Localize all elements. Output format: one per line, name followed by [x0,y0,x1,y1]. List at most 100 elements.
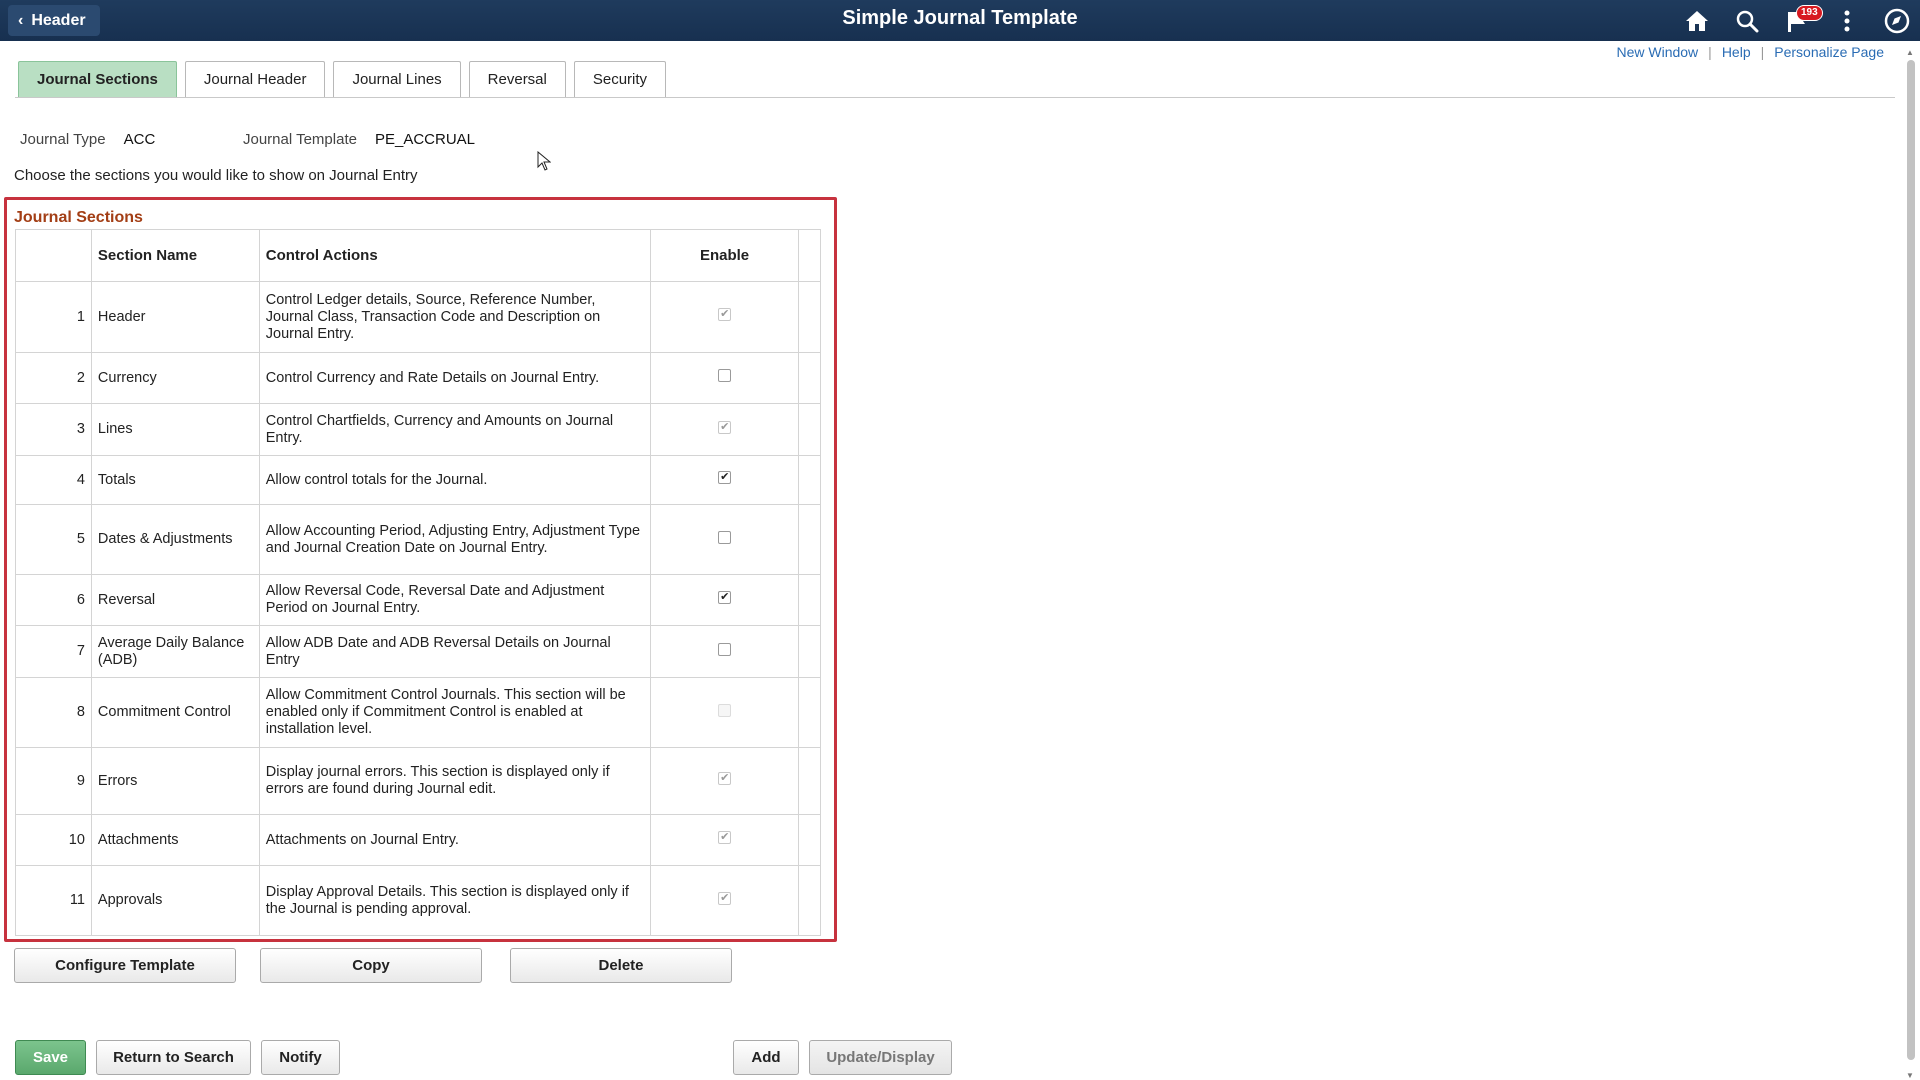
section-name: Approvals [90,865,260,936]
row-number: 7 [15,625,92,678]
row-number: 8 [15,677,92,748]
control-actions: Display Approval Details. This section i… [258,865,652,936]
navbar-compass-icon[interactable] [1882,6,1912,36]
journal-template-value: PE_ACCRUAL [374,131,476,148]
grid-row: 8 Commitment Control Allow Commitment Cont… [15,677,822,748]
tab-journal-sections[interactable]: Journal Sections [18,61,177,98]
mouse-cursor-icon [537,150,552,176]
grid-row: 9 Errors Display journal errors. This sect… [15,747,822,815]
enable-checkbox[interactable] [718,642,732,656]
control-actions: Display journal errors. This section is … [258,747,652,815]
top-banner: ‹ Header Simple Journal Template 193 [0,0,1920,41]
add-button[interactable]: Add [733,1040,799,1075]
enable-cell [650,625,799,678]
scroll-up-icon[interactable]: ▲ [1906,48,1914,57]
enable-cell [650,403,799,456]
page-scrollbar[interactable]: ▲ ▼ [1904,48,1918,1080]
grid-row: 6 Reversal Allow Reversal Code, Reversal D… [15,574,822,626]
notify-button[interactable]: Notify [261,1040,340,1075]
configure-template-button[interactable]: Configure Template [14,948,236,983]
enable-cell [650,352,799,404]
search-icon[interactable] [1732,6,1762,36]
scroll-thumb[interactable] [1907,60,1915,1060]
page-links: New Window | Help | Personalize Page [1606,44,1894,60]
grid-spacer-cell [797,352,822,404]
grid-row: 7 Average Daily Balance (ADB) Allow ADB Da… [15,625,822,678]
tab-journal-lines[interactable]: Journal Lines [333,61,461,98]
update-display-button[interactable]: Update/Display [809,1040,952,1075]
grid-spacer-cell [797,281,822,353]
scroll-down-icon[interactable]: ▼ [1906,1071,1914,1080]
notifications-flag-icon[interactable]: 193 [1782,4,1823,36]
journal-template-field: Journal Template PE_ACCRUAL [243,131,475,148]
grid-spacer-cell [797,814,822,866]
section-name: Currency [90,352,260,404]
control-actions: Control Ledger details, Source, Referenc… [258,281,652,353]
grid-spacer-header [797,229,822,282]
notification-count-badge: 193 [1796,4,1823,21]
grid-row: 1 Header Control Ledger details, Source, R… [15,281,822,353]
enable-checkbox[interactable] [718,308,732,321]
section-name: Commitment Control [90,677,260,748]
enable-checkbox[interactable] [718,471,732,484]
actions-menu-icon[interactable] [1832,6,1862,36]
grid-spacer-cell [797,455,822,505]
help-link[interactable]: Help [1712,44,1761,60]
save-button[interactable]: Save [15,1040,86,1075]
grid-row: 5 Dates & Adjustments Allow Accounting Per… [15,504,822,575]
grid-row: 2 Currency Control Currency and Rate Detai… [15,352,822,404]
enable-cell [650,677,799,748]
section-name: Lines [90,403,260,456]
section-name: Attachments [90,814,260,866]
tab-divider [15,97,1895,98]
row-number: 6 [15,574,92,626]
grid-spacer-cell [797,403,822,456]
tab-security[interactable]: Security [573,61,667,98]
enable-cell [650,865,799,936]
section-name-header: Section Name [90,229,260,282]
grid-spacer-cell [797,574,822,626]
journal-template-label: Journal Template [243,131,357,148]
enable-cell [650,504,799,575]
grid-header-row: Section Name Control Actions Enable [15,229,822,282]
enable-checkbox[interactable] [718,831,732,844]
grid-title: Journal Sections [14,209,143,226]
section-name: Header [90,281,260,353]
tab-journal-header[interactable]: Journal Header [184,61,326,98]
section-name: Dates & Adjustments [90,504,260,575]
journal-type-field: Journal Type ACC [20,131,155,148]
enable-checkbox[interactable] [718,530,732,544]
row-number: 1 [15,281,92,353]
grid-row: 10 Attachments Attachments on Journal Entr… [15,814,822,866]
row-number: 5 [15,504,92,575]
enable-checkbox[interactable] [718,420,732,434]
return-to-search-button[interactable]: Return to Search [96,1040,251,1075]
tab-reversal[interactable]: Reversal [468,61,566,98]
instruction-text: Choose the sections you would like to sh… [14,167,418,184]
grid-row: 3 Lines Control Chartfields, Currency and … [15,403,822,456]
section-name: Average Daily Balance (ADB) [90,625,260,678]
enable-checkbox[interactable] [718,772,732,785]
delete-button[interactable]: Delete [510,948,732,983]
enable-checkbox[interactable] [718,591,732,604]
new-window-link[interactable]: New Window [1606,44,1708,60]
grid-spacer-cell [797,677,822,748]
enable-cell [650,281,799,353]
row-number: 2 [15,352,92,404]
grid-row: 11 Approvals Display Approval Details. Thi… [15,865,822,936]
journal-sections-grid: Section Name Control Actions Enable 1 Hea… [15,229,822,936]
home-icon[interactable] [1682,6,1712,36]
copy-button[interactable]: Copy [260,948,482,983]
enable-checkbox[interactable] [718,891,732,905]
control-actions: Allow control totals for the Journal. [258,455,652,505]
enable-checkbox[interactable] [718,369,732,382]
row-number: 3 [15,403,92,456]
control-actions: Allow ADB Date and ADB Reversal Details … [258,625,652,678]
enable-header: Enable [650,229,799,282]
grid-spacer-cell [797,625,822,678]
journal-type-value: ACC [123,131,156,148]
personalize-page-link[interactable]: Personalize Page [1764,44,1894,60]
enable-cell [650,574,799,626]
section-name: Totals [90,455,260,505]
grid-spacer-cell [797,504,822,575]
